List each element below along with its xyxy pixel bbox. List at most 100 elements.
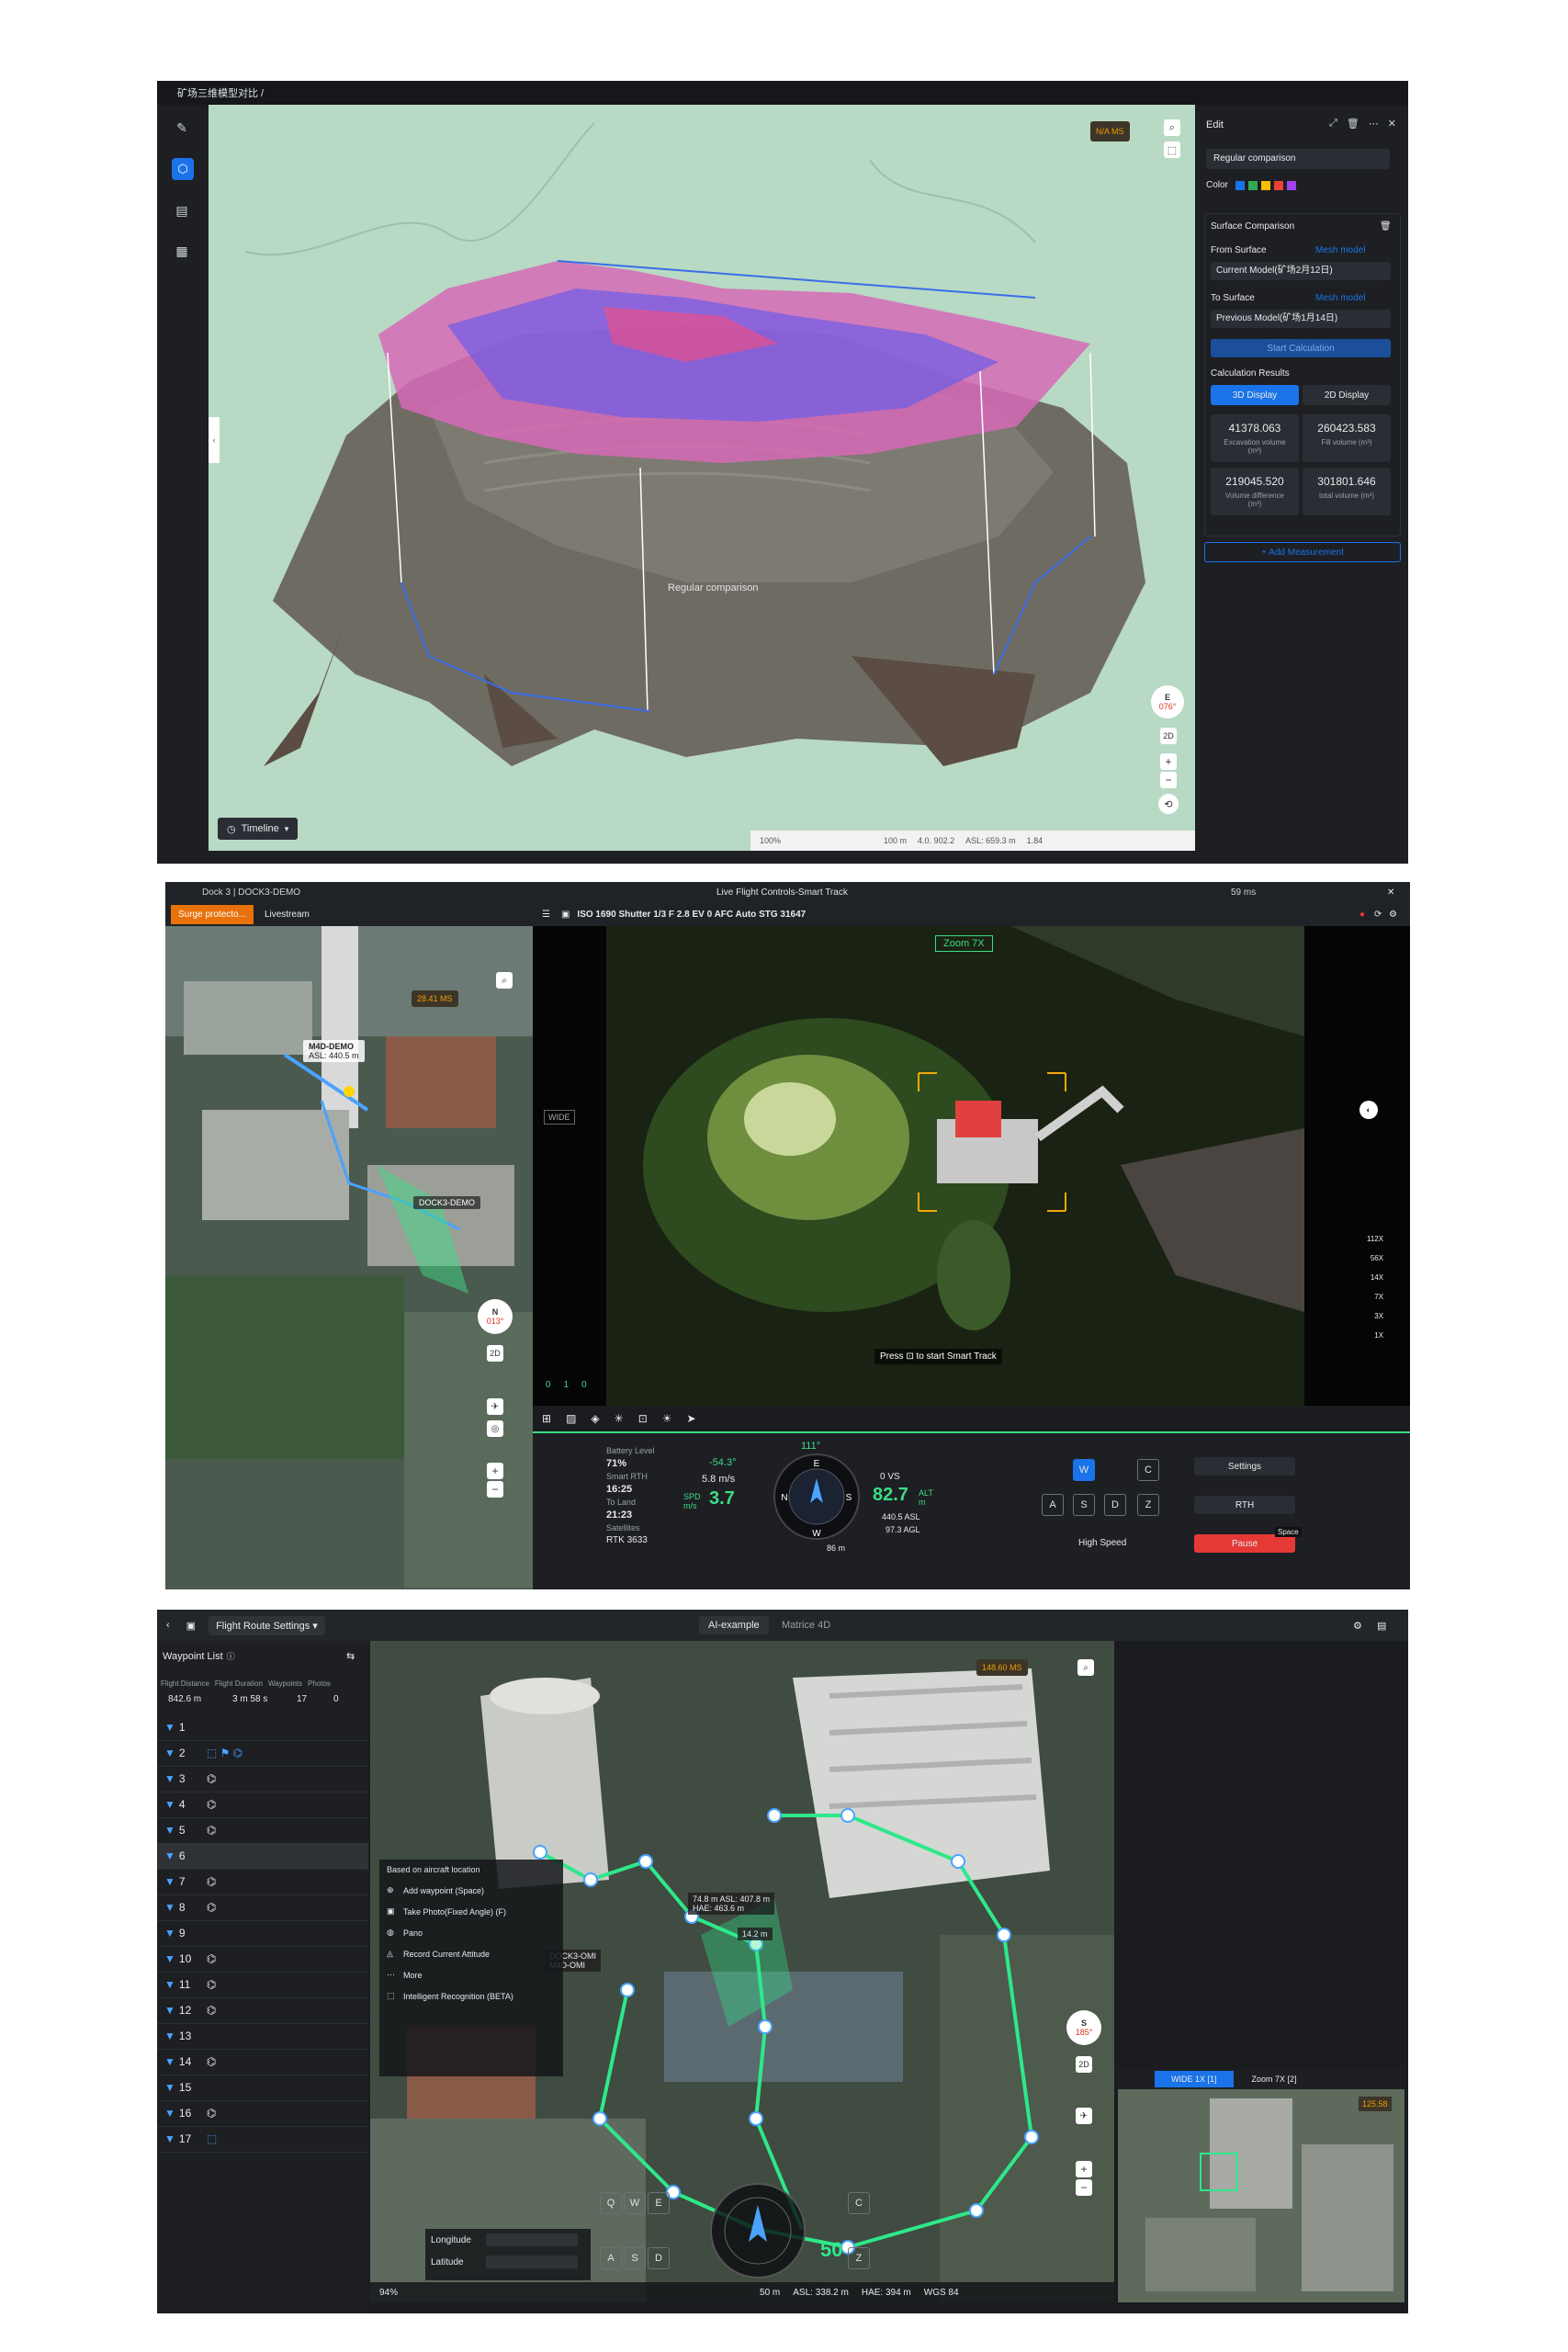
locate-icon[interactable]: ◎ (487, 1420, 503, 1437)
latitude-input[interactable] (486, 2256, 578, 2268)
key-s[interactable]: S (624, 2247, 646, 2269)
compass-icon[interactable]: N 013° (478, 1299, 513, 1334)
to-surface-type[interactable]: Mesh model (1315, 293, 1365, 303)
zoom-in-icon[interactable]: + (1076, 2161, 1092, 2177)
search-icon[interactable]: ⌕ (1077, 1659, 1094, 1676)
collapse-handle[interactable]: ‹ (209, 417, 220, 463)
search-icon[interactable]: ⌕ (1164, 119, 1180, 136)
high-speed-label[interactable]: High Speed (1078, 1538, 1126, 1548)
list-item[interactable]: ▼ 10 ⌬ (157, 1946, 368, 1973)
gear-icon[interactable]: ⚙ (1389, 910, 1397, 920)
list-item[interactable]: ▼ 15 (157, 2075, 368, 2101)
key-a[interactable]: A (600, 2247, 622, 2269)
zoom-in-icon[interactable]: + (487, 1463, 503, 1479)
ruler-icon[interactable]: ✎ (172, 118, 192, 138)
zoom-level[interactable]: 7X (1367, 1287, 1383, 1306)
key-a[interactable]: A (1042, 1494, 1064, 1516)
close-icon[interactable]: ✕ (1387, 888, 1394, 898)
view-2d-button[interactable]: 2D (1076, 2056, 1092, 2073)
save-icon[interactable]: ▣ (186, 1620, 196, 1632)
zoom-level[interactable]: 14X (1367, 1268, 1383, 1287)
list-item[interactable]: ▼ 4 ⌬ (157, 1792, 368, 1818)
list-item[interactable]: ▼ 8 ⌬ (157, 1894, 368, 1921)
record-icon[interactable]: ● (1359, 910, 1365, 920)
zoom-in-button[interactable]: + (1160, 753, 1177, 770)
menu-item-pano[interactable]: ◍ Pano (379, 1922, 563, 1943)
zoom-level[interactable]: 56X (1367, 1249, 1383, 1268)
mesh-scene[interactable]: Regular comparison N/A MS ⌕ ⬚ E 076° 2D … (209, 105, 1195, 851)
to-surface-select[interactable]: Previous Model(矿场1月14日) (1211, 310, 1391, 328)
key-w[interactable]: W (624, 2192, 646, 2214)
pip-tab-wide[interactable]: WIDE 1X [1] (1155, 2071, 1234, 2087)
trash-icon[interactable]: 🗑 (1380, 221, 1392, 232)
color-swatch-yellow[interactable] (1260, 180, 1270, 190)
list-item[interactable]: ▼ 9 (157, 1920, 368, 1947)
route-settings-button[interactable]: Flight Route Settings ▾ (209, 1615, 325, 1635)
key-z[interactable]: Z (1137, 1494, 1159, 1516)
image-icon[interactable]: ▨ (566, 1412, 576, 1425)
settings-button[interactable]: Settings (1194, 1457, 1295, 1476)
list-item[interactable]: ▼ 13 (157, 2023, 368, 2050)
key-c[interactable]: C (848, 2192, 870, 2214)
menu-item-take-photo[interactable]: ▣ Take Photo(Fixed Angle) (F) (379, 1901, 563, 1922)
zoom-level[interactable]: 3X (1367, 1306, 1383, 1326)
start-calculation-button[interactable]: Start Calculation (1211, 339, 1391, 357)
menu-item-recognition[interactable]: ⬚ Intelligent Recognition (BETA) (379, 1985, 563, 2007)
tab-ai-example[interactable]: AI-example (699, 1616, 769, 1634)
tab-2d-display[interactable]: 2D Display (1303, 385, 1391, 405)
tab-matrice[interactable]: Matrice 4D (782, 1620, 830, 1631)
reset-view-icon[interactable]: ⟲ (1158, 794, 1179, 814)
list-item[interactable]: ▼ 1 (157, 1714, 368, 1741)
nav-icon[interactable]: ➤ (687, 1412, 696, 1425)
list-item[interactable]: ▼ 16 ⌬ (157, 2100, 368, 2127)
from-surface-type[interactable]: Mesh model (1315, 245, 1365, 255)
breadcrumb[interactable]: 矿场三维模型对比 / (177, 85, 264, 100)
pip-video[interactable]: WIDE 1X [1] Zoom 7X [2] 125.58 (1118, 2069, 1404, 2302)
expand-icon[interactable]: ⤢ (1329, 118, 1337, 130)
zoom-out-button[interactable]: − (1160, 772, 1177, 788)
key-q[interactable]: Q (600, 2192, 622, 2214)
list-item[interactable]: ▼ 14 ⌬ (157, 2049, 368, 2075)
pause-button[interactable]: Pause (1194, 1534, 1295, 1553)
menu-item-record-attitude[interactable]: ◬ Record Current Attitude (379, 1943, 563, 1964)
list-item[interactable]: ▼ 11 ⌬ (157, 1972, 368, 1998)
longitude-input[interactable] (486, 2233, 578, 2246)
frame-icon[interactable]: ⬚ (1164, 141, 1180, 158)
tab-livestream[interactable]: Livestream (265, 910, 310, 920)
document-icon[interactable]: ▦ (172, 241, 192, 261)
gear-icon[interactable]: ⚙ (1353, 1620, 1362, 1632)
color-swatch-blue[interactable] (1235, 180, 1245, 190)
add-waypoint-icon[interactable]: ⇆ (346, 1650, 355, 1662)
track-icon[interactable]: ⊡ (638, 1412, 648, 1425)
compass-icon[interactable]: E 076° (1151, 685, 1184, 718)
shutter-icon[interactable]: ◐ (1359, 1101, 1378, 1119)
key-c[interactable]: C (1137, 1459, 1159, 1481)
list-item[interactable]: ▼ 5 ⌬ (157, 1817, 368, 1844)
close-icon[interactable]: ✕ (1388, 118, 1396, 130)
tab-surge[interactable]: Surge protecto... (171, 904, 254, 924)
key-e[interactable]: E (648, 2192, 670, 2214)
key-s[interactable]: S (1073, 1494, 1095, 1516)
aircraft-icon[interactable]: ✈ (487, 1398, 503, 1415)
list-item[interactable]: ▼ 6 (157, 1843, 368, 1870)
tab-3d-display[interactable]: 3D Display (1211, 385, 1299, 405)
from-surface-select[interactable]: Current Model(矿场2月12日) (1211, 262, 1391, 280)
view-2d-button[interactable]: 2D (487, 1345, 503, 1362)
key-z[interactable]: Z (848, 2247, 870, 2269)
add-measurement-button[interactable]: + Add Measurement (1204, 542, 1401, 562)
more-icon[interactable]: ⋯ (1369, 118, 1379, 130)
grid-icon[interactable]: ⊞ (542, 1412, 551, 1425)
color-swatch-red[interactable] (1273, 180, 1283, 190)
rth-button[interactable]: RTH (1194, 1496, 1295, 1514)
list-item[interactable]: ▼ 17 ⬚ (157, 2126, 368, 2153)
list-item[interactable]: ▼ 7 ⌬ (157, 1869, 368, 1895)
menu-item-add-waypoint[interactable]: ⊕ Add waypoint (Space) (379, 1880, 563, 1901)
zoom-level[interactable]: 1X (1367, 1326, 1383, 1345)
compass-icon[interactable]: S 185° (1066, 2010, 1101, 2045)
panel-icon[interactable]: ▤ (1377, 1620, 1386, 1632)
list-item[interactable]: ▼ 3 ⌬ (157, 1766, 368, 1792)
sun-icon[interactable]: ☀ (662, 1412, 672, 1425)
target-icon[interactable]: ◈ (591, 1412, 599, 1425)
key-d[interactable]: D (648, 2247, 670, 2269)
pip-tab-zoom[interactable]: Zoom 7X [2] (1252, 2075, 1297, 2084)
